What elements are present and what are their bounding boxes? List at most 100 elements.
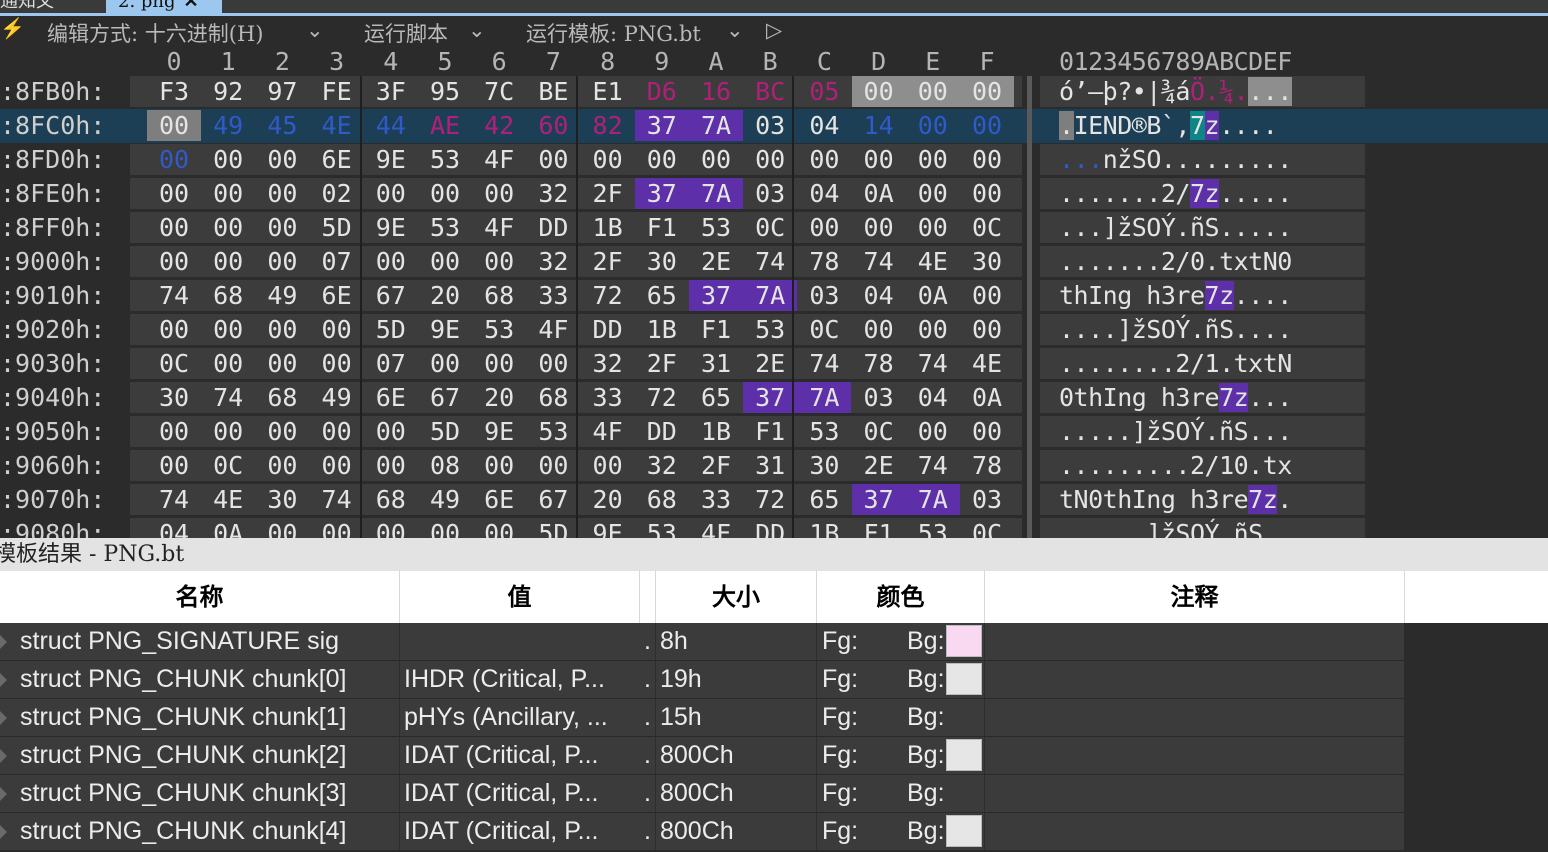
ascii-text[interactable]: ...]žSOÝ.ñS..... (1059, 212, 1292, 243)
hex-byte[interactable]: 5D (418, 416, 472, 447)
ascii-text[interactable]: .......2/0.txtN0 (1059, 246, 1292, 277)
hex-byte[interactable]: 00 (689, 144, 743, 175)
hex-byte[interactable]: 2F (689, 450, 743, 481)
hex-byte[interactable]: 30 (255, 484, 309, 515)
hex-byte[interactable]: 9E (364, 212, 418, 243)
hex-byte[interactable]: 1B (635, 314, 689, 345)
hex-byte[interactable]: 00 (255, 450, 309, 481)
hex-byte[interactable]: 74 (743, 246, 797, 277)
hex-byte[interactable]: 00 (147, 416, 201, 447)
hex-byte[interactable]: 78 (960, 450, 1014, 481)
hex-byte[interactable]: 0C (797, 314, 851, 345)
hex-byte[interactable]: DD (635, 416, 689, 447)
hex-byte[interactable]: 30 (960, 246, 1014, 277)
hex-byte[interactable]: 00 (581, 144, 635, 175)
hex-byte[interactable]: 32 (635, 450, 689, 481)
edit-mode-dropdown[interactable]: 编辑方式: 十六进制(H) (47, 18, 263, 48)
hex-byte[interactable]: 7A (797, 382, 852, 413)
hex-byte[interactable]: 68 (526, 382, 580, 413)
hex-byte[interactable]: 00 (472, 450, 526, 481)
hex-byte[interactable]: 00 (526, 348, 580, 379)
hex-byte[interactable]: 6E (364, 382, 418, 413)
hex-byte[interactable]: DD (581, 314, 635, 345)
hex-byte[interactable]: 67 (418, 382, 472, 413)
hex-byte[interactable]: 00 (255, 314, 309, 345)
expand-triangle-icon[interactable] (0, 787, 7, 801)
hex-byte[interactable]: 04 (147, 518, 201, 538)
hex-row[interactable]: :9060h: 00 0C 00 00 00 08 00 00 00 32 2F 31 30 2E 74 78.… (0, 449, 1548, 483)
close-icon[interactable]: ✕ (184, 0, 199, 12)
hex-byte[interactable]: 00 (418, 348, 472, 379)
hex-byte[interactable]: 00 (797, 144, 851, 175)
hex-byte[interactable]: 00 (960, 314, 1014, 345)
hex-byte[interactable]: 00 (364, 416, 418, 447)
expand-triangle-icon[interactable] (0, 673, 7, 687)
column-header-comment[interactable]: 注释 (985, 571, 1405, 623)
hex-byte[interactable]: 0C (960, 212, 1014, 243)
column-header-color[interactable]: 颜色 (817, 571, 985, 623)
hex-byte[interactable]: 9E (364, 144, 418, 175)
hex-row[interactable]: :9070h: 74 4E 30 74 68 49 6E 67 20 68 33 72 65 37 7A 03 t… (0, 483, 1548, 517)
ascii-text[interactable]: ......]žSOÝ.ñS. (1059, 518, 1278, 538)
hex-byte[interactable]: 37 (634, 110, 689, 141)
hex-byte[interactable]: 30 (635, 246, 689, 277)
template-row[interactable]: struct PNG_CHUNK chunk[2] IDAT (Critical,… (0, 737, 1404, 775)
hex-byte[interactable]: 65 (689, 382, 743, 413)
hex-byte[interactable]: 4E (201, 484, 255, 515)
hex-byte[interactable]: 7A (689, 110, 743, 141)
tab-file-png[interactable]: 2. png ✕ (106, 0, 222, 13)
hex-byte[interactable]: 00 (201, 178, 255, 209)
hex-byte[interactable]: 9E (418, 314, 472, 345)
hex-byte[interactable]: 74 (201, 382, 255, 413)
column-header-value[interactable]: 值 (400, 571, 640, 623)
hex-byte[interactable]: 1B (797, 518, 851, 538)
hex-byte[interactable]: 00 (310, 416, 364, 447)
hex-row[interactable]: :9040h: 30 74 68 49 6E 67 20 68 33 72 65 37 7A 03 04 0A 0… (0, 381, 1548, 415)
hex-byte[interactable]: 2E (689, 246, 743, 277)
hex-row[interactable]: :9050h: 00 00 00 00 00 5D 9E 53 4F DD 1B F1 53 0C 00 00.… (0, 415, 1548, 449)
hex-byte[interactable]: 37 (634, 178, 689, 209)
hex-byte[interactable]: 00 (472, 178, 526, 209)
hex-byte[interactable]: 05 (797, 76, 851, 107)
hex-byte[interactable]: 78 (797, 246, 851, 277)
hex-byte[interactable]: 68 (472, 280, 526, 311)
hex-ascii-divider[interactable] (1027, 76, 1032, 538)
hex-byte[interactable]: 2E (852, 450, 906, 481)
hex-byte[interactable]: 00 (147, 314, 201, 345)
hex-byte[interactable]: 5D (526, 518, 580, 538)
hex-byte[interactable]: DD (743, 518, 797, 538)
template-row[interactable]: struct PNG_CHUNK chunk[4] IDAT (Critical,… (0, 813, 1404, 851)
hex-byte[interactable]: 60 (526, 110, 580, 141)
hex-byte[interactable]: 00 (364, 450, 418, 481)
hex-byte[interactable]: 65 (635, 280, 689, 311)
hex-byte[interactable]: 00 (201, 416, 255, 447)
hex-byte[interactable]: 00 (906, 416, 960, 447)
hex-byte[interactable]: 3F (364, 76, 418, 107)
bg-color-swatch[interactable] (946, 625, 982, 657)
hex-byte[interactable]: 00 (201, 212, 255, 243)
hex-byte[interactable]: 0C (147, 348, 201, 379)
hex-byte[interactable]: F1 (689, 314, 743, 345)
hex-byte[interactable]: 74 (797, 348, 851, 379)
hex-byte[interactable]: F1 (635, 212, 689, 243)
hex-byte[interactable]: 31 (743, 450, 797, 481)
chevron-down-icon[interactable]: ⌄ (468, 18, 486, 42)
hex-byte[interactable]: 00 (906, 144, 960, 175)
hex-byte[interactable]: 07 (364, 348, 418, 379)
hex-byte[interactable]: 00 (310, 314, 364, 345)
hex-byte[interactable]: 92 (201, 76, 255, 107)
chevron-down-icon[interactable]: ⌄ (726, 18, 744, 42)
hex-byte[interactable]: 00 (960, 280, 1014, 311)
hex-byte[interactable]: 32 (526, 246, 580, 277)
tab-file-1[interactable]: 通知文 (0, 0, 100, 13)
hex-byte[interactable]: 04 (797, 178, 851, 209)
hex-byte[interactable]: 02 (310, 178, 364, 209)
hex-byte[interactable]: 00 (255, 246, 309, 277)
run-icon[interactable]: ▷ (766, 18, 782, 42)
chevron-down-icon[interactable]: ⌄ (306, 18, 324, 42)
hex-byte[interactable]: 1B (581, 212, 635, 243)
hex-byte[interactable]: BC (743, 76, 797, 107)
hex-byte[interactable]: 5D (310, 212, 364, 243)
hex-byte[interactable]: 5D (364, 314, 418, 345)
hex-byte[interactable]: 00 (797, 212, 851, 243)
